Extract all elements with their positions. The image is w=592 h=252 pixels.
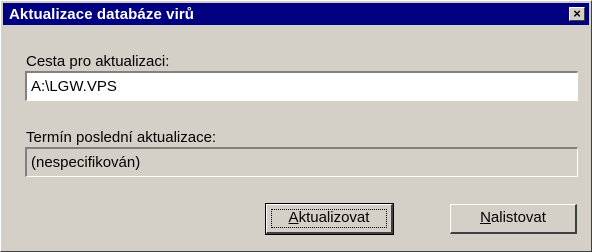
browse-button-mnemonic: N <box>480 209 491 226</box>
update-button[interactable]: Aktualizovat <box>265 203 394 235</box>
browse-button[interactable]: Nalistovat <box>450 204 577 234</box>
close-icon: × <box>573 6 581 21</box>
last-update-label: Termín poslední aktualizace: <box>26 129 217 146</box>
focus-rectangle <box>271 209 387 228</box>
window-title: Aktualizace databáze virů <box>9 6 195 23</box>
title-bar[interactable]: Aktualizace databáze virů × <box>3 3 589 25</box>
dialog-window: Aktualizace databáze virů × Cesta pro ak… <box>0 0 592 252</box>
close-button[interactable]: × <box>569 7 585 21</box>
last-update-field: (nespecifikován) <box>25 147 578 177</box>
path-label: Cesta pro aktualizaci: <box>26 53 170 70</box>
path-input[interactable]: A:\LGW.VPS <box>25 71 578 101</box>
browse-button-label: alistovat <box>490 209 546 226</box>
